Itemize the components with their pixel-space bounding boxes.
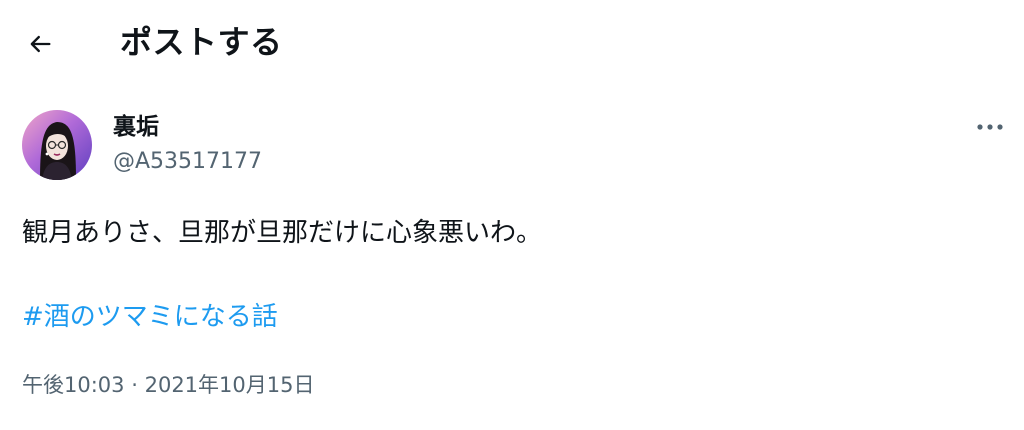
- page-title: ポストする: [120, 23, 283, 61]
- author-handle[interactable]: @A53517177: [113, 147, 262, 177]
- back-button[interactable]: [22, 26, 58, 62]
- more-options-button[interactable]: [972, 112, 1008, 142]
- more-horizontal-icon: [977, 124, 1003, 130]
- user-avatar-image: [22, 110, 92, 180]
- author-name[interactable]: 裏垢: [113, 112, 159, 142]
- top-bar: ポストする: [0, 0, 1024, 86]
- post-text: 観月ありさ、旦那が旦那だけに心象悪いわ。: [22, 218, 543, 248]
- post-date: 2021年10月15日: [144, 373, 315, 397]
- hashtag-link[interactable]: #酒のツマミになる話: [22, 297, 278, 337]
- timestamp-separator: ·: [131, 373, 138, 397]
- post-timestamp: 午後10:03 · 2021年10月15日: [22, 369, 314, 401]
- arrow-left-icon: [30, 35, 51, 53]
- avatar[interactable]: [22, 110, 92, 180]
- post-time: 午後10:03: [22, 373, 125, 397]
- post-time-link[interactable]: 午後10:03 · 2021年10月15日: [22, 373, 314, 397]
